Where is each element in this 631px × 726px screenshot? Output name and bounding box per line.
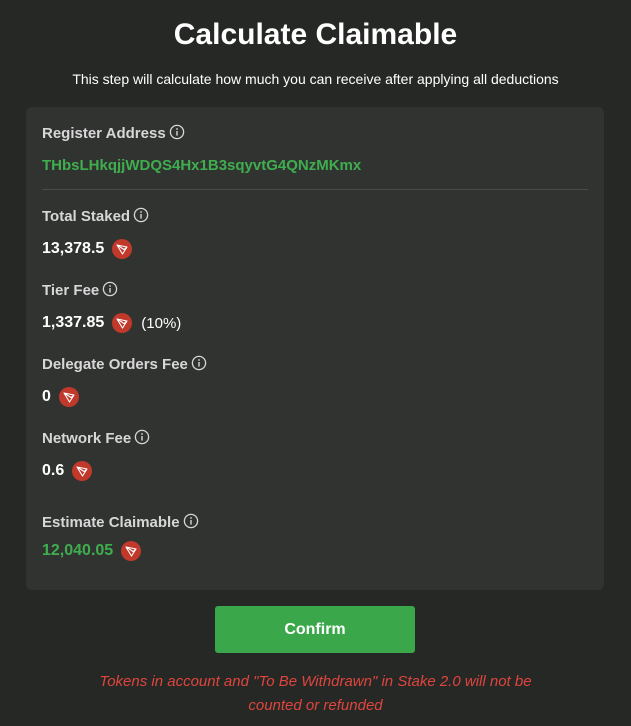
info-icon[interactable] [191, 355, 207, 371]
trx-token-icon [121, 541, 142, 561]
total-staked-label: Total Staked [42, 208, 131, 225]
estimate-claimable-value-row: 12,040.05 [42, 541, 142, 561]
delegate-orders-fee-value-row: 0 [42, 387, 79, 407]
delegate-orders-fee-label-row: Delegate Orders Fee [42, 355, 207, 373]
divider [42, 189, 588, 190]
register-address-value: THbsLHkqjjWDQS4Hx1B3sqyvtG4QNzMKmx [42, 157, 362, 174]
estimate-claimable-label-row: Estimate Claimable [42, 513, 199, 531]
tier-fee-percent: (10%) [141, 314, 182, 332]
tier-fee-value-row: 1,337.85 (10%) [42, 313, 181, 333]
tier-fee-value: 1,337.85 [42, 314, 105, 331]
page-subtitle: This step will calculate how much you ca… [72, 71, 559, 87]
estimate-claimable-value: 12,040.05 [42, 542, 114, 559]
estimate-claimable-label: Estimate Claimable [42, 514, 180, 531]
info-icon[interactable] [183, 513, 199, 529]
info-icon[interactable] [134, 429, 150, 445]
delegate-orders-fee-label: Delegate Orders Fee [42, 356, 188, 373]
network-fee-label: Network Fee [42, 430, 132, 447]
confirm-button[interactable]: Confirm [215, 606, 415, 653]
trx-token-icon [72, 461, 93, 481]
network-fee-value-row: 0.6 [42, 461, 93, 481]
warning-line-1: Tokens in account and "To Be Withdrawn" … [99, 673, 532, 690]
trx-token-icon [112, 313, 133, 333]
total-staked-value-row: 13,378.5 [42, 239, 133, 259]
trx-token-icon [112, 239, 133, 259]
page-title: Calculate Claimable [173, 18, 458, 51]
network-fee-label-row: Network Fee [42, 429, 150, 447]
trx-token-icon [58, 387, 79, 407]
network-fee-value: 0.6 [42, 462, 65, 479]
info-icon[interactable] [133, 207, 149, 223]
total-staked-value: 13,378.5 [42, 240, 105, 257]
delegate-orders-fee-value: 0 [42, 388, 51, 405]
total-staked-label-row: Total Staked [42, 207, 149, 225]
warning-line-2: counted or refunded [248, 697, 383, 714]
claim-summary-card: Register Address THbsLHkqjjWDQS4Hx1B3sqy… [26, 107, 604, 590]
tier-fee-label-row: Tier Fee [42, 281, 118, 299]
info-icon[interactable] [169, 124, 185, 140]
register-address-label: Register Address [42, 125, 166, 142]
info-icon[interactable] [102, 281, 118, 297]
warning-message: Tokens in account and "To Be Withdrawn" … [60, 670, 571, 718]
register-address-label-row: Register Address [42, 124, 185, 142]
tier-fee-label: Tier Fee [42, 282, 100, 299]
